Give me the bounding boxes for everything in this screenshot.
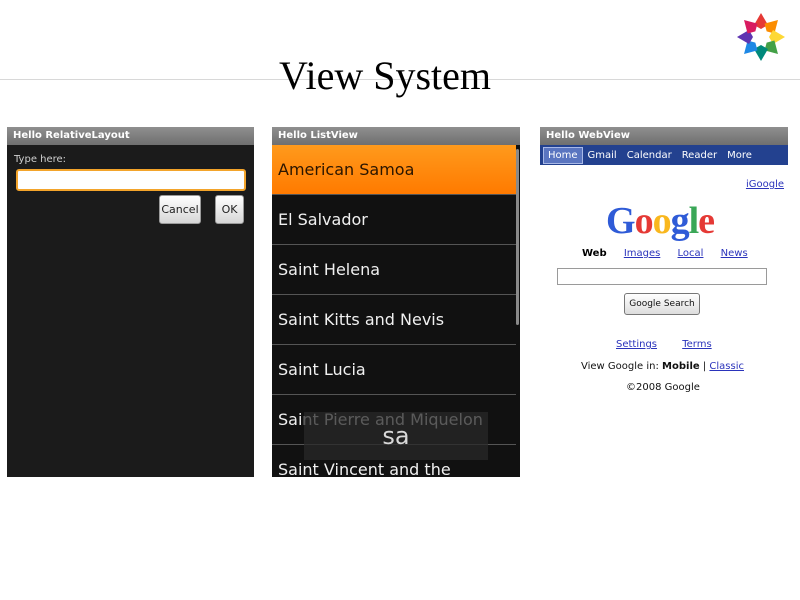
tab-web[interactable]: Web [582, 248, 607, 259]
list-item[interactable]: Saint Kitts and Nevis [272, 295, 516, 345]
footer-links: Settings Terms [616, 339, 734, 350]
settings-link[interactable]: Settings [616, 339, 657, 350]
list-item[interactable]: Saint Lucia [272, 345, 516, 395]
type-here-label: Type here: [14, 154, 67, 165]
relative-layout-titlebar: Hello RelativeLayout [7, 127, 254, 145]
terms-link[interactable]: Terms [682, 339, 711, 350]
list-item[interactable]: El Salvador [272, 195, 516, 245]
nav-reader[interactable]: Reader [677, 150, 722, 161]
cancel-button[interactable]: Cancel [159, 195, 201, 224]
tab-news[interactable]: News [721, 248, 748, 259]
list-view-titlebar: Hello ListView [272, 127, 520, 145]
nav-home[interactable]: Home [543, 146, 583, 164]
search-tabs: Web Images Local News [582, 248, 762, 259]
filter-popup: sa [304, 412, 488, 460]
classic-link[interactable]: Classic [709, 361, 744, 372]
list-item[interactable]: Saint Helena [272, 245, 516, 295]
view-mobile: Mobile [662, 361, 700, 372]
list-item-selected[interactable]: American Samoa [272, 145, 516, 195]
nav-more[interactable]: More [722, 150, 757, 161]
copyright-text: ©2008 Google [626, 382, 700, 393]
tab-local[interactable]: Local [678, 248, 704, 259]
list-scrollbar[interactable] [516, 149, 519, 325]
pinwheel-logo-icon [737, 13, 785, 61]
google-search-input[interactable] [557, 268, 767, 285]
ok-button[interactable]: OK [215, 195, 244, 224]
google-nav-bar: Home Gmail Calendar Reader More [540, 145, 788, 165]
view-google-in: View Google in: Mobile | Classic [581, 361, 744, 372]
view-separator: | [702, 361, 707, 372]
nav-gmail[interactable]: Gmail [583, 150, 622, 161]
nav-calendar[interactable]: Calendar [622, 150, 677, 161]
tab-images[interactable]: Images [624, 248, 661, 259]
web-view-titlebar: Hello WebView [540, 127, 788, 145]
google-search-button[interactable]: Google Search [624, 293, 700, 315]
web-view-screen: Hello WebView Home Gmail Calendar Reader… [540, 127, 788, 477]
igoogle-link[interactable]: iGoogle [746, 179, 784, 190]
google-logo: Google [606, 200, 715, 242]
slide-title: View System [279, 53, 492, 98]
relative-layout-screen: Hello RelativeLayout Type here: Cancel O… [7, 127, 254, 477]
list-view-screen: Hello ListView American Samoa El Salvado… [272, 127, 520, 477]
view-prefix: View Google in: [581, 361, 659, 372]
type-here-input[interactable] [16, 169, 246, 191]
